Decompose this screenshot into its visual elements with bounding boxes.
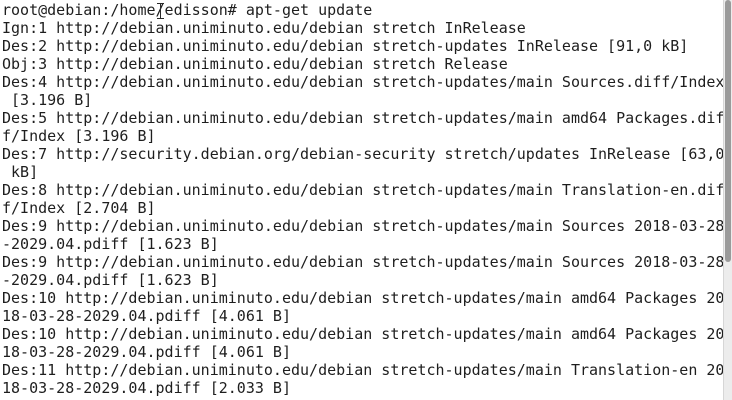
terminal-line: 18-03-28-2029.04.pdiff [4.061 B] — [2, 307, 291, 325]
terminal-line: Des:9 http://debian.uniminuto.edu/debian… — [2, 217, 724, 235]
terminal-line: Des:10 http://debian.uniminuto.edu/debia… — [2, 289, 724, 307]
terminal-line: kB] — [2, 163, 39, 181]
terminal-line: Des:7 http://security.debian.org/debian-… — [2, 145, 724, 163]
terminal-window[interactable]: root@debian:/home/edisson# apt-get updat… — [0, 0, 732, 400]
terminal-line: f/Index [2.704 B] — [2, 199, 156, 217]
terminal-line: Obj:3 http://debian.uniminuto.edu/debian… — [2, 55, 508, 73]
terminal-line: Des:8 http://debian.uniminuto.edu/debian… — [2, 181, 724, 199]
terminal-line: Des:11 http://debian.uniminuto.edu/debia… — [2, 361, 724, 379]
terminal-line: 18-03-28-2029.04.pdiff [4.061 B] — [2, 343, 291, 361]
terminal-line: Des:5 http://debian.uniminuto.edu/debian… — [2, 109, 724, 127]
terminal-line: f/Index [3.196 B] — [2, 127, 156, 145]
terminal-line: Des:4 http://debian.uniminuto.edu/debian… — [2, 73, 724, 91]
scrollbar-thumb[interactable] — [725, 0, 731, 262]
terminal-line: -2029.04.pdiff [1.623 B] — [2, 271, 219, 289]
vertical-scrollbar[interactable] — [723, 0, 732, 400]
terminal-line: Ign:1 http://debian.uniminuto.edu/debian… — [2, 19, 526, 37]
terminal-line: Des:2 http://debian.uniminuto.edu/debian… — [2, 37, 689, 55]
terminal-line: [3.196 B] — [2, 91, 93, 109]
terminal-line-prompt: root@debian:/home/edisson# apt-get updat… — [2, 1, 373, 19]
terminal-line: -2029.04.pdiff [1.623 B] — [2, 235, 219, 253]
terminal-line: 18-03-28-2029.04.pdiff [2.033 B] — [2, 379, 291, 397]
text-cursor-icon — [157, 2, 164, 20]
terminal-line: Des:10 http://debian.uniminuto.edu/debia… — [2, 325, 724, 343]
terminal-line: Des:9 http://debian.uniminuto.edu/debian… — [2, 253, 724, 271]
terminal-output[interactable]: root@debian:/home/edisson# apt-get updat… — [2, 1, 724, 400]
